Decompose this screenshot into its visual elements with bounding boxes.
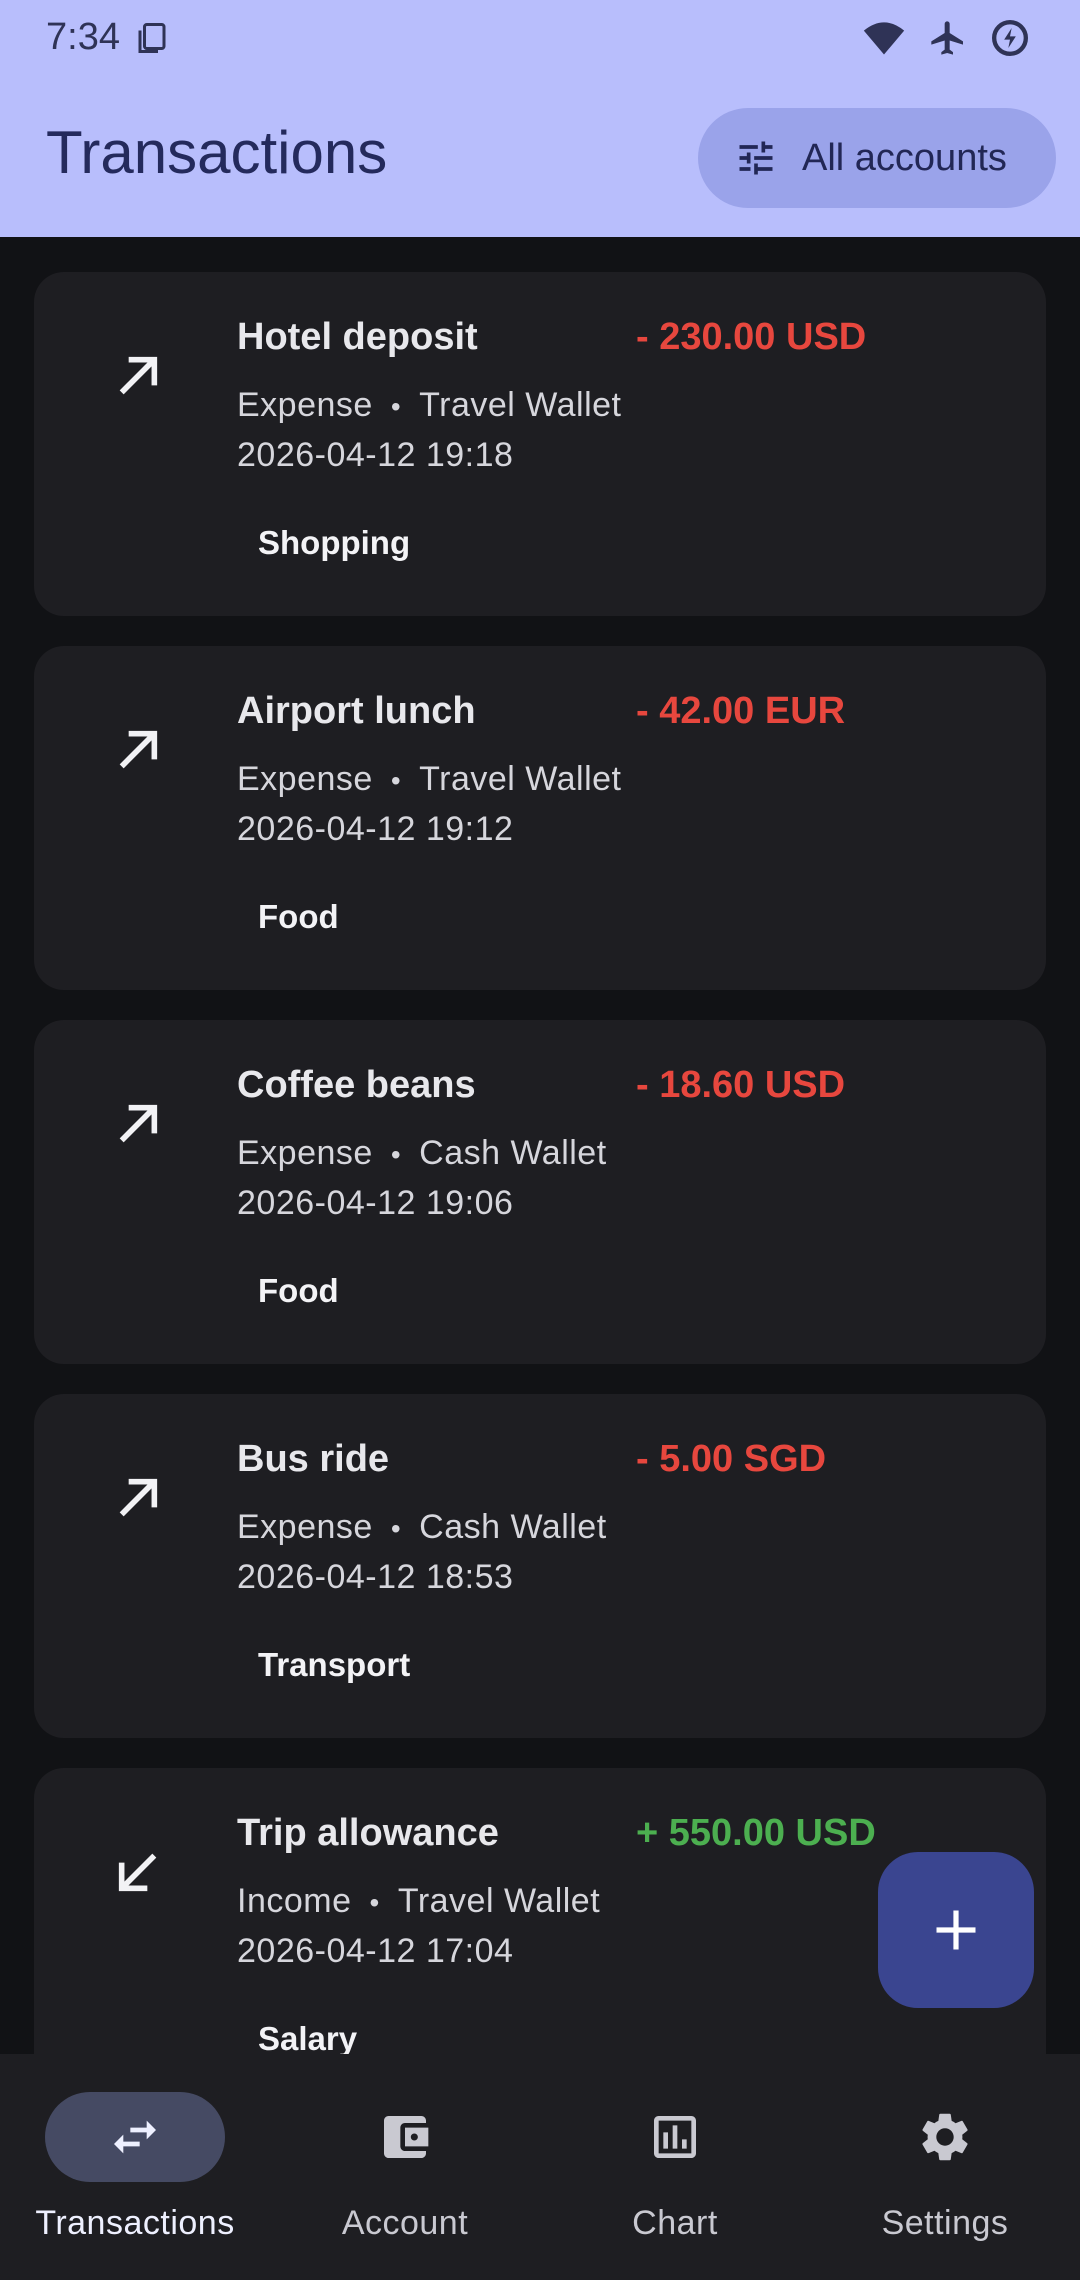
- transaction-category: Salary: [258, 2020, 358, 2054]
- nav-indicator: [45, 2092, 225, 2182]
- transaction-type: Expense: [237, 386, 373, 424]
- add-transaction-button[interactable]: [878, 1852, 1034, 2008]
- gear-icon: [922, 2113, 968, 2161]
- transaction-type: Expense: [237, 760, 373, 798]
- nav-label: Transactions: [35, 2204, 235, 2242]
- transaction-type: Expense: [237, 1134, 373, 1172]
- transaction-amount: + 550.00 USD: [636, 1812, 876, 1854]
- airplane-icon: [931, 21, 963, 55]
- transaction-card[interactable]: Coffee beans - 18.60 USD Expense • Cash Wa…: [34, 1020, 1046, 1364]
- nav-item-account[interactable]: Account: [270, 2092, 540, 2252]
- transaction-amount: - 42.00 EUR: [636, 690, 846, 732]
- transaction-type: Income: [237, 1882, 352, 1920]
- transaction-category: Shopping: [258, 524, 411, 561]
- transaction-card[interactable]: Airport lunch - 42.00 EUR Expense • Travel…: [34, 646, 1046, 990]
- transaction-title: Bus ride: [237, 1438, 390, 1480]
- transaction-datetime: 2026-04-12 19:18: [237, 436, 514, 474]
- transaction-datetime: 2026-04-12 17:04: [237, 1932, 514, 1970]
- top-app-bar: 7:34 Transactions All accounts: [0, 0, 1080, 237]
- transaction-datetime: 2026-04-12 18:53: [237, 1558, 514, 1596]
- transaction-meta: Expense • Cash Wallet: [237, 1508, 607, 1547]
- arrow-up-right-icon: [119, 1104, 158, 1143]
- transaction-meta: Expense • Travel Wallet: [237, 386, 622, 425]
- nav-item-settings[interactable]: Settings: [810, 2092, 1080, 2252]
- status-icons: [862, 18, 1030, 58]
- screen: 7:34 Transactions All accounts Hotel dep…: [0, 0, 1080, 2280]
- transaction-title: Hotel deposit: [237, 316, 478, 358]
- transaction-meta: Income • Travel Wallet: [237, 1882, 600, 1921]
- meta-separator: •: [390, 1513, 402, 1544]
- transaction-list[interactable]: Hotel deposit - 230.00 USD Expense • Trave…: [34, 272, 1046, 2054]
- transaction-account: Cash Wallet: [419, 1508, 607, 1546]
- meta-separator: •: [369, 1887, 380, 1918]
- bottom-navigation: Transactions Account Chart Settings: [0, 2054, 1080, 2280]
- transaction-account: Cash Wallet: [419, 1134, 607, 1172]
- transaction-category: Food: [258, 898, 339, 935]
- arrow-up-right-icon: [119, 1478, 158, 1517]
- transaction-meta: Expense • Travel Wallet: [237, 760, 622, 799]
- wallet-icon: [384, 2116, 429, 2158]
- nav-indicator: [585, 2092, 765, 2182]
- transaction-category: Food: [258, 1272, 339, 1309]
- transaction-amount: - 18.60 USD: [636, 1064, 846, 1106]
- nav-item-transactions[interactable]: Transactions: [0, 2092, 270, 2252]
- arrow-down-left-icon: [118, 1853, 157, 1892]
- chart-icon: [654, 2116, 696, 2158]
- transaction-card[interactable]: Hotel deposit - 230.00 USD Expense • Trave…: [34, 272, 1046, 616]
- plus-icon: [936, 1910, 976, 1950]
- arrow-up-right-icon: [119, 730, 158, 769]
- transaction-account: Travel Wallet: [397, 1882, 601, 1920]
- transaction-card[interactable]: Bus ride - 5.00 SGD Expense • Cash Wallet …: [34, 1394, 1046, 1738]
- transaction-amount: - 5.00 SGD: [636, 1438, 827, 1480]
- transaction-title: Trip allowance: [237, 1812, 499, 1854]
- data-saver-icon: [992, 20, 1028, 56]
- account-filter-button[interactable]: All accounts: [698, 108, 1056, 208]
- nav-indicator: [315, 2092, 495, 2182]
- meta-separator: •: [390, 765, 402, 796]
- wifi-icon: [863, 22, 905, 55]
- nav-label: Account: [341, 2204, 469, 2242]
- status-time: 7:34: [46, 16, 120, 58]
- account-filter-label: All accounts: [802, 136, 1007, 179]
- transaction-category: Transport: [258, 1646, 411, 1683]
- page-title: Transactions: [46, 119, 388, 186]
- swap-icon: [114, 2120, 156, 2154]
- transaction-account: Travel Wallet: [419, 386, 622, 424]
- transaction-datetime: 2026-04-12 19:06: [237, 1184, 514, 1222]
- nav-label: Chart: [632, 2204, 718, 2242]
- nav-indicator: [855, 2092, 1035, 2182]
- status-bar: 7:34: [0, 0, 1080, 80]
- transaction-title: Airport lunch: [237, 690, 476, 732]
- arrow-up-right-icon: [119, 356, 158, 395]
- transaction-account: Travel Wallet: [419, 760, 622, 798]
- meta-separator: •: [390, 391, 402, 422]
- nav-item-chart[interactable]: Chart: [540, 2092, 810, 2252]
- transaction-type: Expense: [237, 1508, 373, 1546]
- transaction-datetime: 2026-04-12 19:12: [237, 810, 514, 848]
- tune-icon: [739, 141, 773, 175]
- sim-card-icon: [138, 23, 166, 53]
- transaction-amount: - 230.00 USD: [636, 316, 867, 358]
- meta-separator: •: [390, 1139, 402, 1170]
- transaction-title: Coffee beans: [237, 1064, 476, 1106]
- transaction-meta: Expense • Cash Wallet: [237, 1134, 607, 1173]
- nav-label: Settings: [881, 2204, 1009, 2242]
